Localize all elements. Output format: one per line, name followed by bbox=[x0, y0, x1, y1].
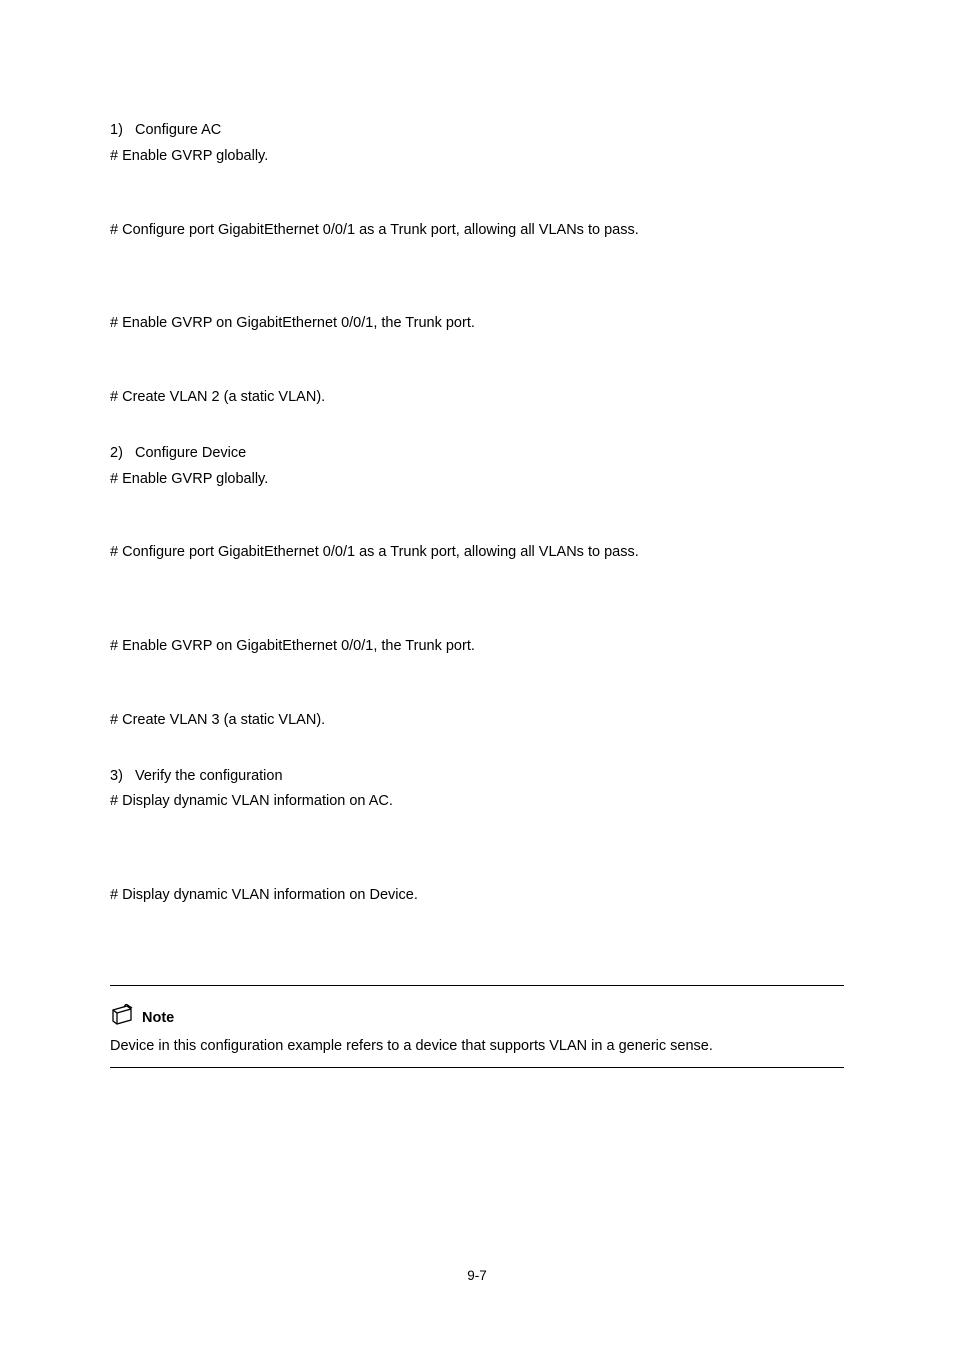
s1-line3: # Enable GVRP on GigabitEthernet 0/0/1, … bbox=[110, 313, 844, 335]
section-2-title: Configure Device bbox=[135, 445, 246, 461]
s3-line1: # Display dynamic VLAN information on AC… bbox=[110, 791, 844, 813]
section-1-heading: 1) Configure AC bbox=[110, 120, 844, 142]
note-body: Device in this configuration example ref… bbox=[110, 1036, 844, 1058]
section-2-heading: 2) Configure Device bbox=[110, 443, 844, 465]
s2-line2: # Configure port GigabitEthernet 0/0/1 a… bbox=[110, 542, 844, 564]
s2-line3: # Enable GVRP on GigabitEthernet 0/0/1, … bbox=[110, 636, 844, 658]
s1-line4: # Create VLAN 2 (a static VLAN). bbox=[110, 387, 844, 409]
section-3-number: 3) bbox=[110, 768, 123, 784]
page-number: 9-7 bbox=[0, 1266, 954, 1286]
s2-line4: # Create VLAN 3 (a static VLAN). bbox=[110, 710, 844, 732]
section-1-title: Configure AC bbox=[135, 122, 221, 138]
s2-line1: # Enable GVRP globally. bbox=[110, 469, 844, 491]
note-icon bbox=[110, 1004, 136, 1034]
section-1-number: 1) bbox=[110, 122, 123, 138]
note-top-rule bbox=[110, 985, 844, 986]
s1-line2: # Configure port GigabitEthernet 0/0/1 a… bbox=[110, 220, 844, 242]
s3-line2: # Display dynamic VLAN information on De… bbox=[110, 885, 844, 907]
note-bottom-rule bbox=[110, 1067, 844, 1068]
note-block: Note Device in this configuration exampl… bbox=[110, 985, 844, 1069]
section-3-title: Verify the configuration bbox=[135, 768, 283, 784]
section-2-number: 2) bbox=[110, 445, 123, 461]
section-3-heading: 3) Verify the configuration bbox=[110, 766, 844, 788]
note-label: Note bbox=[142, 1008, 174, 1030]
s1-line1: # Enable GVRP globally. bbox=[110, 146, 844, 168]
